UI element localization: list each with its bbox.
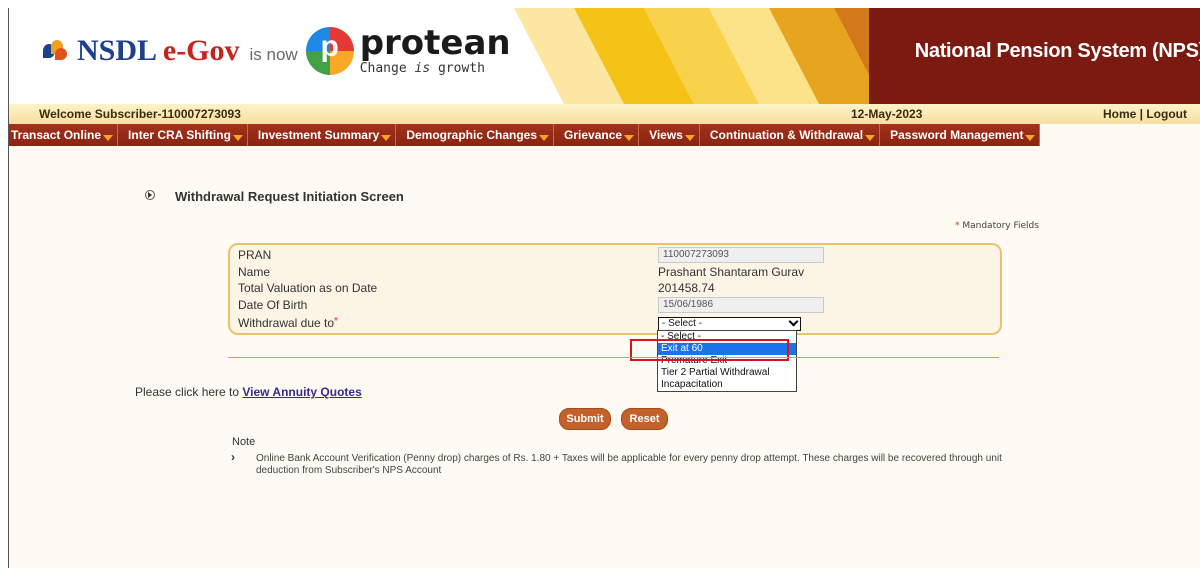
logout-link[interactable]: Logout	[1146, 107, 1187, 121]
annuity-quotes-line: Please click here to View Annuity Quotes	[135, 385, 362, 399]
withdrawal-label: Withdrawal due to*	[238, 316, 338, 330]
banner-dark-panel: National Pension System (NPS)	[869, 8, 1200, 104]
nav-views[interactable]: Views	[639, 124, 700, 146]
name-label: Name	[238, 265, 271, 279]
header-banner: National Pension System (NPS) NSDL e-Gov…	[9, 8, 1200, 104]
main-nav: Transact Online Inter CRA Shifting Inves…	[9, 124, 1200, 146]
caret-down-icon	[381, 134, 392, 141]
link-separator: |	[1139, 107, 1143, 121]
note-title: Note	[232, 436, 256, 448]
logo: NSDL e-Gov is now protean Change is grow…	[41, 26, 511, 75]
note-arrow-icon: ›	[231, 450, 235, 464]
form-divider	[228, 357, 999, 358]
option-incapacitation[interactable]: Incapacitation	[658, 379, 796, 391]
withdrawal-reason-select[interactable]: - Select -	[658, 316, 801, 331]
valuation-value: 201458.74	[658, 281, 715, 295]
arrow-bullet-icon	[145, 190, 155, 200]
protean-emblem-icon	[305, 26, 354, 75]
is-now-text: is now	[249, 44, 298, 64]
nav-password-management[interactable]: Password Management	[880, 124, 1041, 146]
pran-field: 110007273093	[658, 247, 824, 263]
home-link[interactable]: Home	[1103, 107, 1136, 121]
caret-down-icon	[539, 134, 550, 141]
dob-label: Date Of Birth	[238, 298, 308, 312]
nav-continuation-withdrawal[interactable]: Continuation & Withdrawal	[700, 124, 881, 146]
nav-empty-area	[1040, 124, 1200, 146]
main-content: Withdrawal Request Initiation Screen * M…	[9, 146, 1200, 568]
nsdl-egov-logo: NSDL e-Gov	[77, 33, 240, 67]
banner-stripes	[514, 8, 894, 104]
withdrawal-form: PRAN 110007273093 Name Prashant Shantara…	[228, 243, 1002, 335]
pran-label: PRAN	[238, 248, 272, 262]
nav-transact-online[interactable]: Transact Online	[9, 124, 119, 146]
mandatory-fields-note: * Mandatory Fields	[955, 221, 1039, 231]
caret-down-icon	[865, 134, 876, 141]
caret-down-icon	[103, 134, 114, 141]
note-text: Online Bank Account Verification (Penny …	[256, 453, 1002, 476]
current-date: 12-May-2023	[851, 107, 923, 121]
nav-grievance[interactable]: Grievance	[554, 124, 640, 146]
nsdl-leaf-icon	[41, 38, 71, 64]
reset-button[interactable]: Reset	[621, 408, 668, 430]
page-frame: National Pension System (NPS) NSDL e-Gov…	[8, 8, 1200, 568]
view-annuity-quotes-link[interactable]: View Annuity Quotes	[242, 385, 361, 399]
nav-demographic-changes[interactable]: Demographic Changes	[396, 124, 555, 146]
valuation-label: Total Valuation as on Date	[238, 281, 378, 295]
caret-down-icon	[232, 134, 243, 141]
submit-button[interactable]: Submit	[559, 408, 611, 430]
welcome-text: Welcome Subscriber-110007273093	[39, 107, 241, 121]
welcome-bar: Welcome Subscriber-110007273093 12-May-2…	[9, 104, 1200, 124]
caret-down-icon	[1025, 134, 1036, 141]
home-logout-links: Home | Logout	[1103, 107, 1187, 121]
nav-inter-cra-shifting[interactable]: Inter CRA Shifting	[118, 124, 248, 146]
name-value: Prashant Shantaram Gurav	[658, 265, 805, 279]
page-title: Withdrawal Request Initiation Screen	[175, 189, 404, 204]
nav-investment-summary[interactable]: Investment Summary	[248, 124, 397, 146]
chevron-down-icon	[788, 316, 799, 327]
dob-field: 15/06/1986	[658, 297, 824, 313]
system-title: National Pension System (NPS)	[914, 40, 1200, 62]
caret-down-icon	[624, 134, 635, 141]
option-tier2-partial-withdrawal[interactable]: Tier 2 Partial Withdrawal	[658, 367, 796, 379]
protean-logo: protean Change is growth	[359, 23, 511, 76]
caret-down-icon	[684, 134, 695, 141]
